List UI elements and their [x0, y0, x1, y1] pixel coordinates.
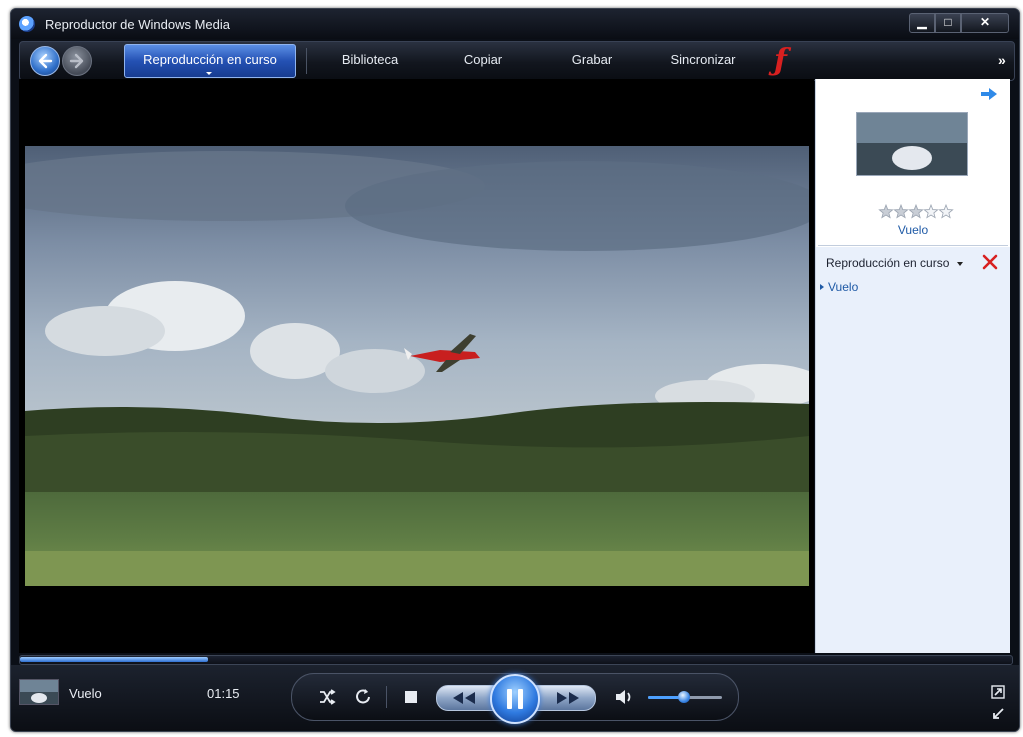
nav-bar: Reproducción en curso Biblioteca Copiar … [19, 41, 1015, 81]
volume-slider[interactable] [648, 691, 722, 703]
elapsed-time: 01:15 [207, 686, 240, 701]
clear-list-icon[interactable] [981, 253, 999, 271]
media-title-link[interactable]: Vuelo [816, 223, 1010, 237]
now-playing-thumbnail[interactable] [19, 679, 59, 705]
media-player-icon [19, 16, 35, 32]
rating-stars[interactable] [878, 203, 958, 221]
more-chevron-icon[interactable]: » [998, 52, 1006, 68]
transport-controls [291, 673, 739, 724]
divider [386, 686, 387, 708]
right-arrow-icon[interactable] [980, 87, 998, 101]
video-image [25, 146, 809, 586]
seek-bar[interactable] [19, 655, 1013, 665]
control-bar: Vuelo 01:15 [11, 665, 1019, 731]
title-bar: Reproductor de Windows Media ▁ □ ✕ [11, 9, 1019, 39]
volume-knob[interactable] [677, 691, 690, 703]
tab-rip[interactable]: Copiar [433, 42, 533, 80]
video-area[interactable] [19, 79, 814, 653]
star-icon[interactable] [908, 203, 924, 219]
pause-button[interactable] [490, 674, 540, 724]
video-frame [25, 146, 809, 586]
previous-icon[interactable] [451, 691, 477, 705]
forward-arrow-icon [69, 53, 84, 69]
window-title: Reproductor de Windows Media [45, 17, 230, 32]
forward-button[interactable] [62, 46, 92, 76]
maximize-button[interactable]: □ [935, 13, 961, 33]
now-playing-title: Vuelo [69, 686, 102, 701]
volume-icon[interactable] [614, 688, 634, 706]
brand-logo-icon: ƒ [774, 43, 787, 78]
seek-progress [20, 657, 209, 662]
next-icon[interactable] [555, 691, 581, 705]
back-arrow-icon [38, 53, 53, 69]
tab-now-playing[interactable]: Reproducción en curso [124, 44, 296, 78]
tab-sync[interactable]: Sincronizar [653, 42, 753, 80]
playlist-header[interactable]: Reproducción en curso [826, 256, 949, 270]
media-thumbnail[interactable] [856, 112, 968, 176]
tab-library[interactable]: Biblioteca [320, 42, 420, 80]
tab-divider [306, 48, 307, 74]
shuffle-icon[interactable] [318, 688, 336, 706]
divider [818, 245, 1008, 246]
wmp-window: Reproductor de Windows Media ▁ □ ✕ Repro… [10, 8, 1020, 732]
repeat-icon[interactable] [354, 688, 372, 706]
tab-burn[interactable]: Grabar [542, 42, 642, 80]
playlist-item[interactable]: Vuelo [820, 280, 858, 294]
switch-to-compact-icon[interactable] [991, 685, 1005, 699]
playlist-item-label: Vuelo [828, 280, 859, 294]
pause-icon [507, 689, 523, 709]
playlist-pane: Vuelo Reproducción en curso Vuelo [815, 79, 1010, 653]
stop-icon[interactable] [404, 690, 418, 704]
star-icon[interactable] [878, 203, 894, 219]
playlist-list-area [816, 247, 1010, 653]
star-icon[interactable] [923, 203, 939, 219]
fullscreen-icon[interactable] [991, 707, 1005, 721]
chevron-down-icon[interactable] [957, 262, 963, 266]
back-button[interactable] [30, 46, 60, 76]
star-icon[interactable] [938, 203, 954, 219]
minimize-button[interactable]: ▁ [909, 13, 935, 33]
now-playing-marker-icon [820, 284, 824, 290]
star-icon[interactable] [893, 203, 909, 219]
close-button[interactable]: ✕ [961, 13, 1009, 33]
